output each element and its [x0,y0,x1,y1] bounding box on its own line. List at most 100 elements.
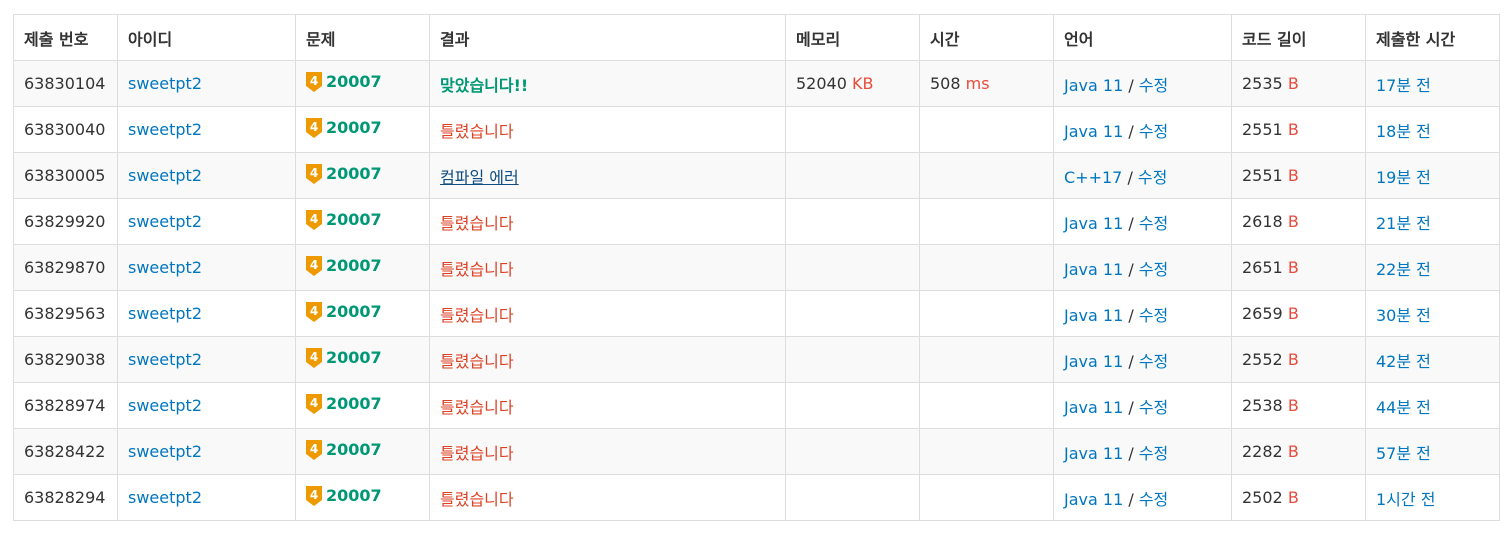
language-link[interactable]: C++17 [1064,168,1122,187]
result-cell: 맞았습니다!! [429,60,786,107]
language-link[interactable]: Java 11 [1064,76,1123,95]
code-length-cell: 2282 B [1231,428,1366,475]
result-cell: 틀렸습니다 [429,290,786,337]
user-cell: sweetpt2 [117,428,296,475]
language-link[interactable]: Java 11 [1064,444,1123,463]
user-link[interactable]: sweetpt2 [128,74,202,93]
result-text: 틀렸습니다 [440,443,514,463]
code-length-cell: 2618 B [1231,198,1366,245]
result-text: 맞았습니다!! [440,75,529,95]
language-separator: / [1128,75,1134,95]
edit-link[interactable]: 수정 [1139,352,1168,371]
table-row: 63829920 sweetpt2 4 20007 틀렸습니다 Java 11 … [13,198,1500,245]
problem-link[interactable]: 4 20007 [306,117,382,138]
table-body: 63830104 sweetpt2 4 20007 맞았습니다!! 52040 … [13,60,1500,521]
submitted-time-link[interactable]: 30분 전 [1376,306,1431,325]
user-link[interactable]: sweetpt2 [128,350,202,369]
edit-link[interactable]: 수정 [1139,398,1168,417]
edit-link[interactable]: 수정 [1139,76,1168,95]
problem-link[interactable]: 4 20007 [306,485,382,506]
edit-link[interactable]: 수정 [1139,214,1168,233]
submitted-time-link[interactable]: 21분 전 [1376,214,1431,233]
code-length-cell: 2651 B [1231,244,1366,291]
submitted-time-link[interactable]: 19분 전 [1376,168,1431,187]
submitted-time-link[interactable]: 1시간 전 [1376,490,1435,509]
table-row: 63829038 sweetpt2 4 20007 틀렸습니다 Java 11 … [13,336,1500,383]
edit-link[interactable]: 수정 [1138,168,1167,187]
language-link[interactable]: Java 11 [1064,398,1123,417]
submission-id-cell: 63829920 [13,198,118,245]
problem-link[interactable]: 4 20007 [306,347,382,368]
user-cell: sweetpt2 [117,198,296,245]
problem-link[interactable]: 4 20007 [306,301,382,322]
svg-text:4: 4 [310,120,318,134]
language-separator: / [1128,397,1134,417]
language-link[interactable]: Java 11 [1064,352,1123,371]
problem-link[interactable]: 4 20007 [306,163,382,184]
submitted-time-link[interactable]: 17분 전 [1376,76,1431,95]
code-length-cell: 2659 B [1231,290,1366,337]
problem-link[interactable]: 4 20007 [306,439,382,460]
code-length-unit: B [1287,166,1299,185]
language-cell: Java 11 / 수정 [1053,382,1232,429]
user-link[interactable]: sweetpt2 [128,166,202,185]
edit-link[interactable]: 수정 [1139,122,1168,141]
edit-link[interactable]: 수정 [1139,306,1168,325]
language-cell: Java 11 / 수정 [1053,60,1232,107]
code-length-value: 2535 [1242,74,1283,93]
problem-number: 20007 [326,394,382,413]
problem-cell: 4 20007 [295,290,430,337]
language-link[interactable]: Java 11 [1064,306,1123,325]
user-link[interactable]: sweetpt2 [128,488,202,507]
memory-value: 52040 [796,74,847,93]
language-link[interactable]: Java 11 [1064,214,1123,233]
language-cell: Java 11 / 수정 [1053,106,1232,153]
language-separator: / [1128,305,1134,325]
result-text: 틀렸습니다 [440,259,514,279]
problem-link[interactable]: 4 20007 [306,255,382,276]
user-link[interactable]: sweetpt2 [128,120,202,139]
memory-cell [785,198,920,245]
submitted-time-cell: 30분 전 [1365,290,1500,337]
user-link[interactable]: sweetpt2 [128,442,202,461]
submitted-time-link[interactable]: 18분 전 [1376,122,1431,141]
result-text: 틀렸습니다 [440,489,514,509]
code-length-unit: B [1287,258,1299,277]
submission-id-cell: 63830040 [13,106,118,153]
language-cell: C++17 / 수정 [1053,152,1232,199]
user-cell: sweetpt2 [117,60,296,107]
language-link[interactable]: Java 11 [1064,490,1123,509]
user-cell: sweetpt2 [117,152,296,199]
tier-gold-icon: 4 [306,485,322,506]
problem-link[interactable]: 4 20007 [306,71,382,92]
problem-link[interactable]: 4 20007 [306,209,382,230]
code-length-cell: 2552 B [1231,336,1366,383]
problem-number: 20007 [326,72,382,91]
edit-link[interactable]: 수정 [1139,260,1168,279]
language-cell: Java 11 / 수정 [1053,198,1232,245]
user-link[interactable]: sweetpt2 [128,258,202,277]
submitted-time-link[interactable]: 42분 전 [1376,352,1431,371]
table-row: 63828974 sweetpt2 4 20007 틀렸습니다 Java 11 … [13,382,1500,429]
submitted-time-cell: 17분 전 [1365,60,1500,107]
tier-gold-icon: 4 [306,117,322,138]
edit-link[interactable]: 수정 [1139,444,1168,463]
language-link[interactable]: Java 11 [1064,122,1123,141]
submitted-time-link[interactable]: 57분 전 [1376,444,1431,463]
table-row: 63829870 sweetpt2 4 20007 틀렸습니다 Java 11 … [13,244,1500,291]
user-link[interactable]: sweetpt2 [128,212,202,231]
problem-link[interactable]: 4 20007 [306,393,382,414]
result-cell: 틀렸습니다 [429,106,786,153]
user-cell: sweetpt2 [117,106,296,153]
submitted-time-link[interactable]: 22분 전 [1376,260,1431,279]
user-link[interactable]: sweetpt2 [128,396,202,415]
tier-gold-icon: 4 [306,71,322,92]
problem-cell: 4 20007 [295,382,430,429]
language-link[interactable]: Java 11 [1064,260,1123,279]
user-link[interactable]: sweetpt2 [128,304,202,323]
edit-link[interactable]: 수정 [1139,490,1168,509]
tier-gold-icon: 4 [306,255,322,276]
submitted-time-link[interactable]: 44분 전 [1376,398,1431,417]
result-cell: 틀렸습니다 [429,244,786,291]
time-cell [919,474,1054,521]
